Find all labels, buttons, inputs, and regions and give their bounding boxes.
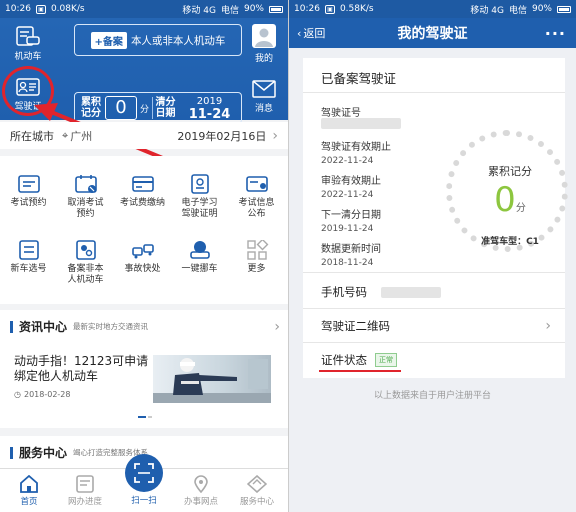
grid-item-register-other-vehicle[interactable]: 备案非本 人机动车 [57,240,114,286]
more-menu-button[interactable]: ··· [545,24,566,43]
vehicle-register-icon [75,240,96,260]
status-badge: 正常 [375,353,397,367]
notification-icon: ▣ [35,4,46,14]
redacted-license-number [321,118,401,129]
data-source-note: 以上数据来自于用户注册平台 [373,391,491,401]
carousel-indicator [138,416,152,418]
next-clear-field: 下一清分日期 2019-11-24 [321,210,381,234]
license-number-field: 驾驶证号 [321,108,361,119]
payment-icon [131,176,154,192]
certificate-icon [190,174,209,194]
battery-icon [269,5,283,13]
status-bar: 10:26 ▣ 0.58K/s 移动 4G 电信 90% [289,0,576,18]
map-pin-icon [194,475,208,493]
news-section: 资讯中心 最新实时地方交通资讯 › 动动手指！12123可申请 绑定他人机动车 … [0,310,288,428]
tab-scan[interactable]: 扫一扫 [123,454,165,506]
notification-icon: ▣ [324,4,335,14]
grid-item-exam-fee[interactable]: 考试费缴纳 [114,174,171,209]
vehicle-type: 准驾车型：C1 [481,237,539,247]
move-car-icon [189,241,210,259]
motor-vehicle-icon [16,26,40,46]
card-title: 已备案驾驶证 [321,71,397,86]
gauge-score-value: 0 [494,180,516,220]
chevron-right-icon: › [545,318,551,334]
license-status-row: 证件状态 正常 [321,352,551,368]
grid-item-e-learning-proof[interactable]: 电子学习 驾驶证明 [171,174,228,220]
news-header[interactable]: 资讯中心 最新实时地方交通资讯 › [0,310,288,335]
valid-until-field: 驾驶证有效期止 2022-11-24 [321,142,391,166]
license-card: 已备案驾驶证 驾驶证号 驾驶证有效期止 2022-11-24 审验有效期止 20… [303,58,568,378]
page-title: 我的驾驶证 [397,26,468,42]
scan-icon [134,463,154,483]
progress-icon [76,475,94,493]
grid-item-exam-booking[interactable]: 考试预约 [0,174,57,209]
chevron-left-icon: ‹ [297,26,302,40]
clock-icon: ◷ [14,390,21,399]
bottom-tab-bar: 首页 网办进度 扫一扫 办事网点 服务中心 [0,454,288,512]
red-underline-highlight [319,370,401,372]
city-selector[interactable]: 所在城市 ⌖ 广州 2019年02月16日 › [0,122,288,149]
register-vehicle-button[interactable]: +备案 本人或非本人机动车 [74,24,242,56]
news-headline[interactable]: 动动手指！12123可申请 绑定他人机动车 [14,354,149,384]
grid-item-new-plate[interactable]: 新车选号 [0,240,57,275]
service-grid: 考试预约 取消考试 预约 考试费缴纳 电子学习 驾驶证明 考试信息 公布 新车选号 备… [0,156,288,304]
traffic-police-image [153,358,271,403]
home-screen: 10:26 ▣ 0.08K/s 移动 4G 电信 90% 机动车 +备案 本人或… [0,0,288,512]
clear-date: 2019 11-24 [188,96,231,122]
calendar-cancel-icon [74,175,97,193]
service-center-icon [247,475,267,493]
avatar-icon [252,24,276,48]
page-header: ‹ 返回 我的驾驶证 ··· [289,18,576,48]
exam-booking-icon [17,175,40,193]
back-button[interactable]: ‹ 返回 [297,25,325,41]
tab-home[interactable]: 首页 [4,475,54,507]
message-button[interactable]: 消息 [246,80,282,114]
review-until-field: 审验有效期止 2022-11-24 [321,176,381,200]
tab-service-points[interactable]: 办事网点 [176,475,226,507]
license-plate-icon [18,240,39,260]
tab-service-center[interactable]: 服务中心 [232,475,282,507]
redacted-phone-number [381,286,441,298]
status-bar: 10:26 ▣ 0.08K/s 移动 4G 电信 90% [0,0,288,18]
license-qr-row[interactable]: 驾驶证二维码 › [321,318,551,334]
license-detail-screen: 10:26 ▣ 0.58K/s 移动 4G 电信 90% ‹ 返回 我的驾驶证 … [289,0,576,512]
more-grid-icon [246,240,268,260]
location-icon: ⌖ [62,128,69,142]
grid-item-more[interactable]: 更多 [228,240,285,275]
home-icon [20,475,38,493]
envelope-icon [252,80,276,98]
grid-item-cancel-exam[interactable]: 取消考试 预约 [57,174,114,220]
announcement-icon [245,176,268,192]
grid-item-move-car[interactable]: 一键挪车 [171,240,228,275]
motor-vehicle-button[interactable]: 机动车 [8,26,48,62]
tab-progress[interactable]: 网办进度 [60,475,110,507]
current-date: 2019年02月16日 [177,129,267,143]
mine-button[interactable]: 我的 [246,24,282,64]
news-image[interactable] [153,355,271,403]
chevron-right-icon: › [272,127,278,144]
phone-number-row: 手机号码 [321,284,551,300]
battery-icon [557,5,571,13]
grid-item-exam-info[interactable]: 考试信息 公布 [228,174,285,220]
accident-icon [131,244,154,259]
chevron-right-icon: › [274,318,280,335]
grid-item-accident-quick[interactable]: 事故快处 [114,240,171,275]
updated-field: 数据更新时间 2018-11-24 [321,244,381,268]
